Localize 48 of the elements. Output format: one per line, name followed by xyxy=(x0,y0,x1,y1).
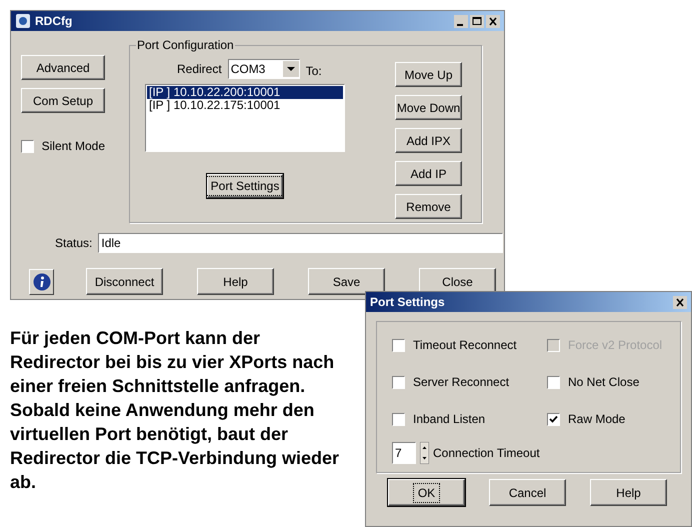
checkbox[interactable] xyxy=(392,412,405,426)
close-icon[interactable] xyxy=(673,296,687,308)
group-title: Port Configuration xyxy=(136,38,235,52)
maximize-icon[interactable] xyxy=(470,14,484,28)
app-icon xyxy=(15,13,31,29)
checkbox[interactable] xyxy=(21,140,34,152)
button[interactable]: Add IP xyxy=(395,161,462,186)
button[interactable]: Advanced xyxy=(21,55,105,80)
checkbox[interactable] xyxy=(392,376,405,388)
checkbox[interactable] xyxy=(392,338,405,352)
checkmark-icon xyxy=(549,414,558,424)
button[interactable]: OK xyxy=(388,479,465,506)
checkbox-label: Inband Listen xyxy=(413,411,486,428)
button[interactable]: Remove xyxy=(395,194,462,219)
close-icon[interactable] xyxy=(486,14,500,28)
list-item[interactable]: [IP ] 10.10.22.200:10001 xyxy=(147,86,343,99)
checkbox-label: Silent Mode xyxy=(42,138,105,155)
button[interactable]: Cancel xyxy=(489,479,566,506)
button[interactable]: Disconnect xyxy=(86,268,163,295)
minimize-icon[interactable] xyxy=(454,14,468,28)
checkbox-label: Server Reconnect xyxy=(413,374,510,391)
timeout-label: Connection Timeout xyxy=(433,445,540,462)
timeout-field[interactable]: 7 xyxy=(392,442,416,464)
info-icon xyxy=(32,272,50,290)
button[interactable]: Com Setup xyxy=(21,88,105,113)
button[interactable]: Help xyxy=(590,479,667,506)
checkbox[interactable] xyxy=(547,412,560,426)
status-field: Idle xyxy=(98,233,504,253)
checkbox-label: Timeout Reconnect xyxy=(413,337,517,354)
button[interactable]: Move Down xyxy=(395,95,462,120)
info-button[interactable] xyxy=(29,268,54,294)
button[interactable]: Move Up xyxy=(395,62,462,87)
dialog-title: Port Settings xyxy=(370,294,445,311)
window-title: RDCfg xyxy=(35,13,72,30)
list-item[interactable]: [IP ] 10.10.22.175:10001 xyxy=(147,99,343,112)
button[interactable]: Help xyxy=(197,268,274,295)
port-dropdown[interactable]: COM3 xyxy=(228,59,300,79)
redirect-label: Redirect xyxy=(177,61,222,78)
button[interactable]: Save xyxy=(308,268,385,295)
spinner-arrows-icon[interactable] xyxy=(420,442,429,464)
caption-text: Für jeden COM-Port kann der Redirector bei bis zu vier XPorts nach einer freien Schnittstelle anfragen. Sobald keine Anwendung mehr den virtuellen Port benötigt, baut der Redirector die TCP-Verbindung wieder ab. xyxy=(10,327,340,494)
checkbox-label: Raw Mode xyxy=(568,411,626,428)
button[interactable]: Add IPX xyxy=(395,128,462,153)
button[interactable]: Port Settings xyxy=(207,174,283,198)
to-label: To: xyxy=(306,63,322,80)
checkbox[interactable] xyxy=(547,376,560,388)
status-label: Status: xyxy=(55,235,92,252)
checkbox-label: No Net Close xyxy=(568,374,640,391)
